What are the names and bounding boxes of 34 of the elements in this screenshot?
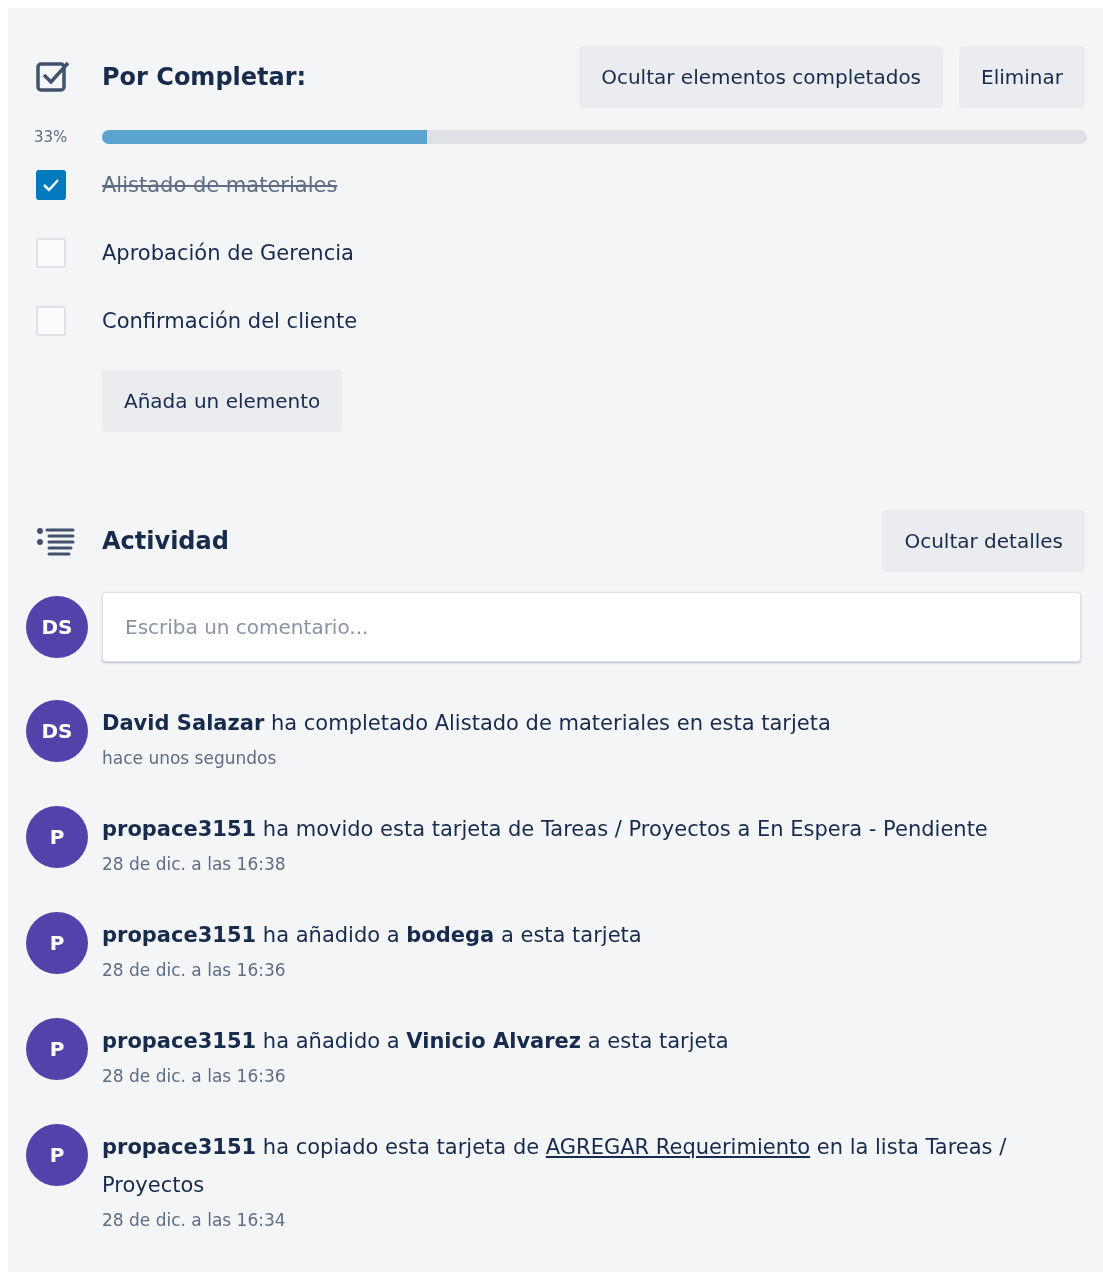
checkbox-icon (36, 60, 72, 94)
comment-input[interactable]: Escriba un comentario... (102, 592, 1081, 662)
user-avatar: DS (26, 700, 88, 762)
add-item-button[interactable]: Añada un elemento (102, 370, 343, 432)
checklist-item: Alistado de materiales (102, 173, 339, 197)
progress-percent: 33% (33, 128, 69, 146)
hide-details-button[interactable]: Ocultar detalles (882, 510, 1085, 572)
delete-button[interactable]: Eliminar (959, 46, 1085, 108)
check-icon (42, 178, 60, 192)
activity-time: hace unos segundos (102, 748, 278, 768)
activity-time: 28 de dic. a las 16:36 (102, 960, 287, 980)
checkbox[interactable] (36, 238, 66, 268)
activity-time: 28 de dic. a las 16:34 (102, 1210, 287, 1230)
checklist-title: Por Completar: (102, 63, 308, 91)
hide-completed-button[interactable]: Ocultar elementos completados (579, 46, 944, 108)
card-link[interactable]: AGREGAR Requerimiento (545, 1135, 811, 1159)
activity-time: 28 de dic. a las 16:36 (102, 1066, 287, 1086)
user-avatar: DS (26, 596, 88, 658)
activity-text: propace3151 ha copiado esta tarjeta de AGREGAR Requerimiento en la lista Tareas / Proyectos (102, 1134, 1008, 1199)
checklist-item: Aprobación de Gerencia (102, 241, 355, 265)
activity-title: Actividad (102, 527, 230, 555)
activity-text: propace3151 ha añadido a bodega a esta tarjeta (102, 922, 643, 949)
checkbox[interactable] (36, 170, 66, 200)
list-icon (36, 526, 76, 556)
checkbox[interactable] (36, 306, 66, 336)
user-avatar: P (26, 912, 88, 974)
activity-text: propace3151 ha añadido a Vinicio Alvarez a esta tarjeta (102, 1028, 730, 1055)
activity-time: 28 de dic. a las 16:38 (102, 854, 287, 874)
user-avatar: P (26, 1124, 88, 1186)
activity-text: propace3151 ha movido esta tarjeta de Tareas / Proyectos a En Espera - Pendiente (102, 816, 989, 843)
checklist-item: Confirmación del cliente (102, 309, 359, 333)
activity-text: David Salazar ha completado Alistado de materiales en esta tarjeta (102, 710, 832, 737)
user-avatar: P (26, 806, 88, 868)
user-avatar: P (26, 1018, 88, 1080)
